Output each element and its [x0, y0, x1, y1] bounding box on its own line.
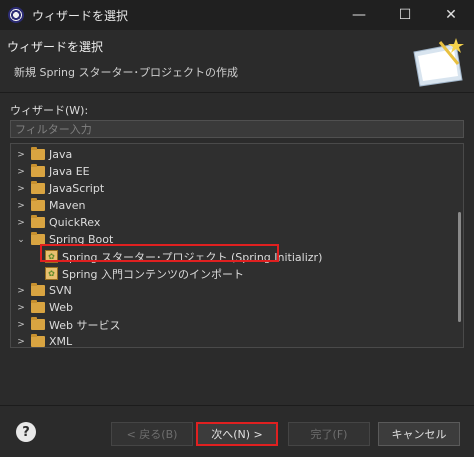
chevron-right-icon[interactable]: >: [15, 200, 27, 212]
tree-item-quickrex[interactable]: > QuickRex: [11, 214, 451, 231]
spring-wizard-icon: ✿: [45, 267, 58, 280]
eclipse-icon: [8, 7, 24, 23]
folder-icon: [31, 283, 45, 296]
window-controls: — ☐ ✕: [336, 0, 474, 30]
chevron-right-icon[interactable]: >: [15, 302, 27, 314]
window-title: ウィザードを選択: [32, 8, 129, 23]
header-description: 新規 Spring スターター･プロジェクトの作成: [14, 66, 238, 79]
folder-icon: [31, 147, 45, 160]
tree-item-xml[interactable]: > XML: [11, 333, 451, 348]
folder-icon: [31, 198, 45, 211]
folder-icon: [31, 215, 45, 228]
tree-item-javascript[interactable]: > JavaScript: [11, 180, 451, 197]
chevron-right-icon[interactable]: >: [15, 166, 27, 178]
tree-item-svn[interactable]: > SVN: [11, 282, 451, 299]
tree-item-maven[interactable]: > Maven: [11, 197, 451, 214]
tree-item-web[interactable]: > Web: [11, 299, 451, 316]
help-icon[interactable]: ?: [16, 422, 36, 442]
chevron-down-icon[interactable]: ⌄: [15, 234, 27, 246]
wizard-tree[interactable]: > Java > Java EE > JavaScript > Maven > …: [10, 143, 464, 348]
close-button[interactable]: ✕: [428, 0, 474, 30]
chevron-right-icon[interactable]: >: [15, 217, 27, 229]
back-button[interactable]: < 戻る(B): [111, 422, 193, 446]
folder-icon: [31, 317, 45, 330]
folder-icon: [31, 334, 45, 347]
wizard-banner-icon: [413, 38, 464, 87]
minimize-button[interactable]: —: [336, 0, 382, 30]
maximize-button[interactable]: ☐: [382, 0, 428, 30]
chevron-right-icon[interactable]: >: [15, 319, 27, 331]
folder-icon: [31, 300, 45, 313]
cancel-button[interactable]: キャンセル: [378, 422, 460, 446]
selection-highlight: [40, 244, 279, 262]
tree-item-web-services[interactable]: > Web サービス: [11, 316, 451, 333]
folder-icon: [31, 181, 45, 194]
tree-item-java[interactable]: > Java: [11, 146, 451, 163]
filter-input[interactable]: [10, 120, 464, 138]
tree-scrollbar[interactable]: [458, 212, 461, 322]
chevron-right-icon[interactable]: >: [15, 149, 27, 161]
tree-item-java-ee[interactable]: > Java EE: [11, 163, 451, 180]
title-bar: ウィザードを選択 — ☐ ✕: [0, 0, 474, 30]
wizard-footer: ? < 戻る(B) 次へ(N) > 完了(F) キャンセル: [0, 406, 474, 457]
finish-button[interactable]: 完了(F): [288, 422, 370, 446]
header-title: ウィザードを選択: [7, 40, 104, 54]
wizard-header: ウィザードを選択 新規 Spring スターター･プロジェクトの作成: [0, 30, 474, 92]
next-button[interactable]: 次へ(N) >: [196, 422, 278, 446]
tree-item-spring-import-guides[interactable]: ✿ Spring 入門コンテンツのインポート: [45, 265, 463, 282]
chevron-right-icon[interactable]: >: [15, 183, 27, 195]
folder-icon: [31, 164, 45, 177]
wizards-label: ウィザード(W):: [10, 104, 89, 117]
header-divider: [0, 92, 474, 93]
chevron-right-icon[interactable]: >: [15, 285, 27, 297]
chevron-right-icon[interactable]: >: [15, 336, 27, 348]
